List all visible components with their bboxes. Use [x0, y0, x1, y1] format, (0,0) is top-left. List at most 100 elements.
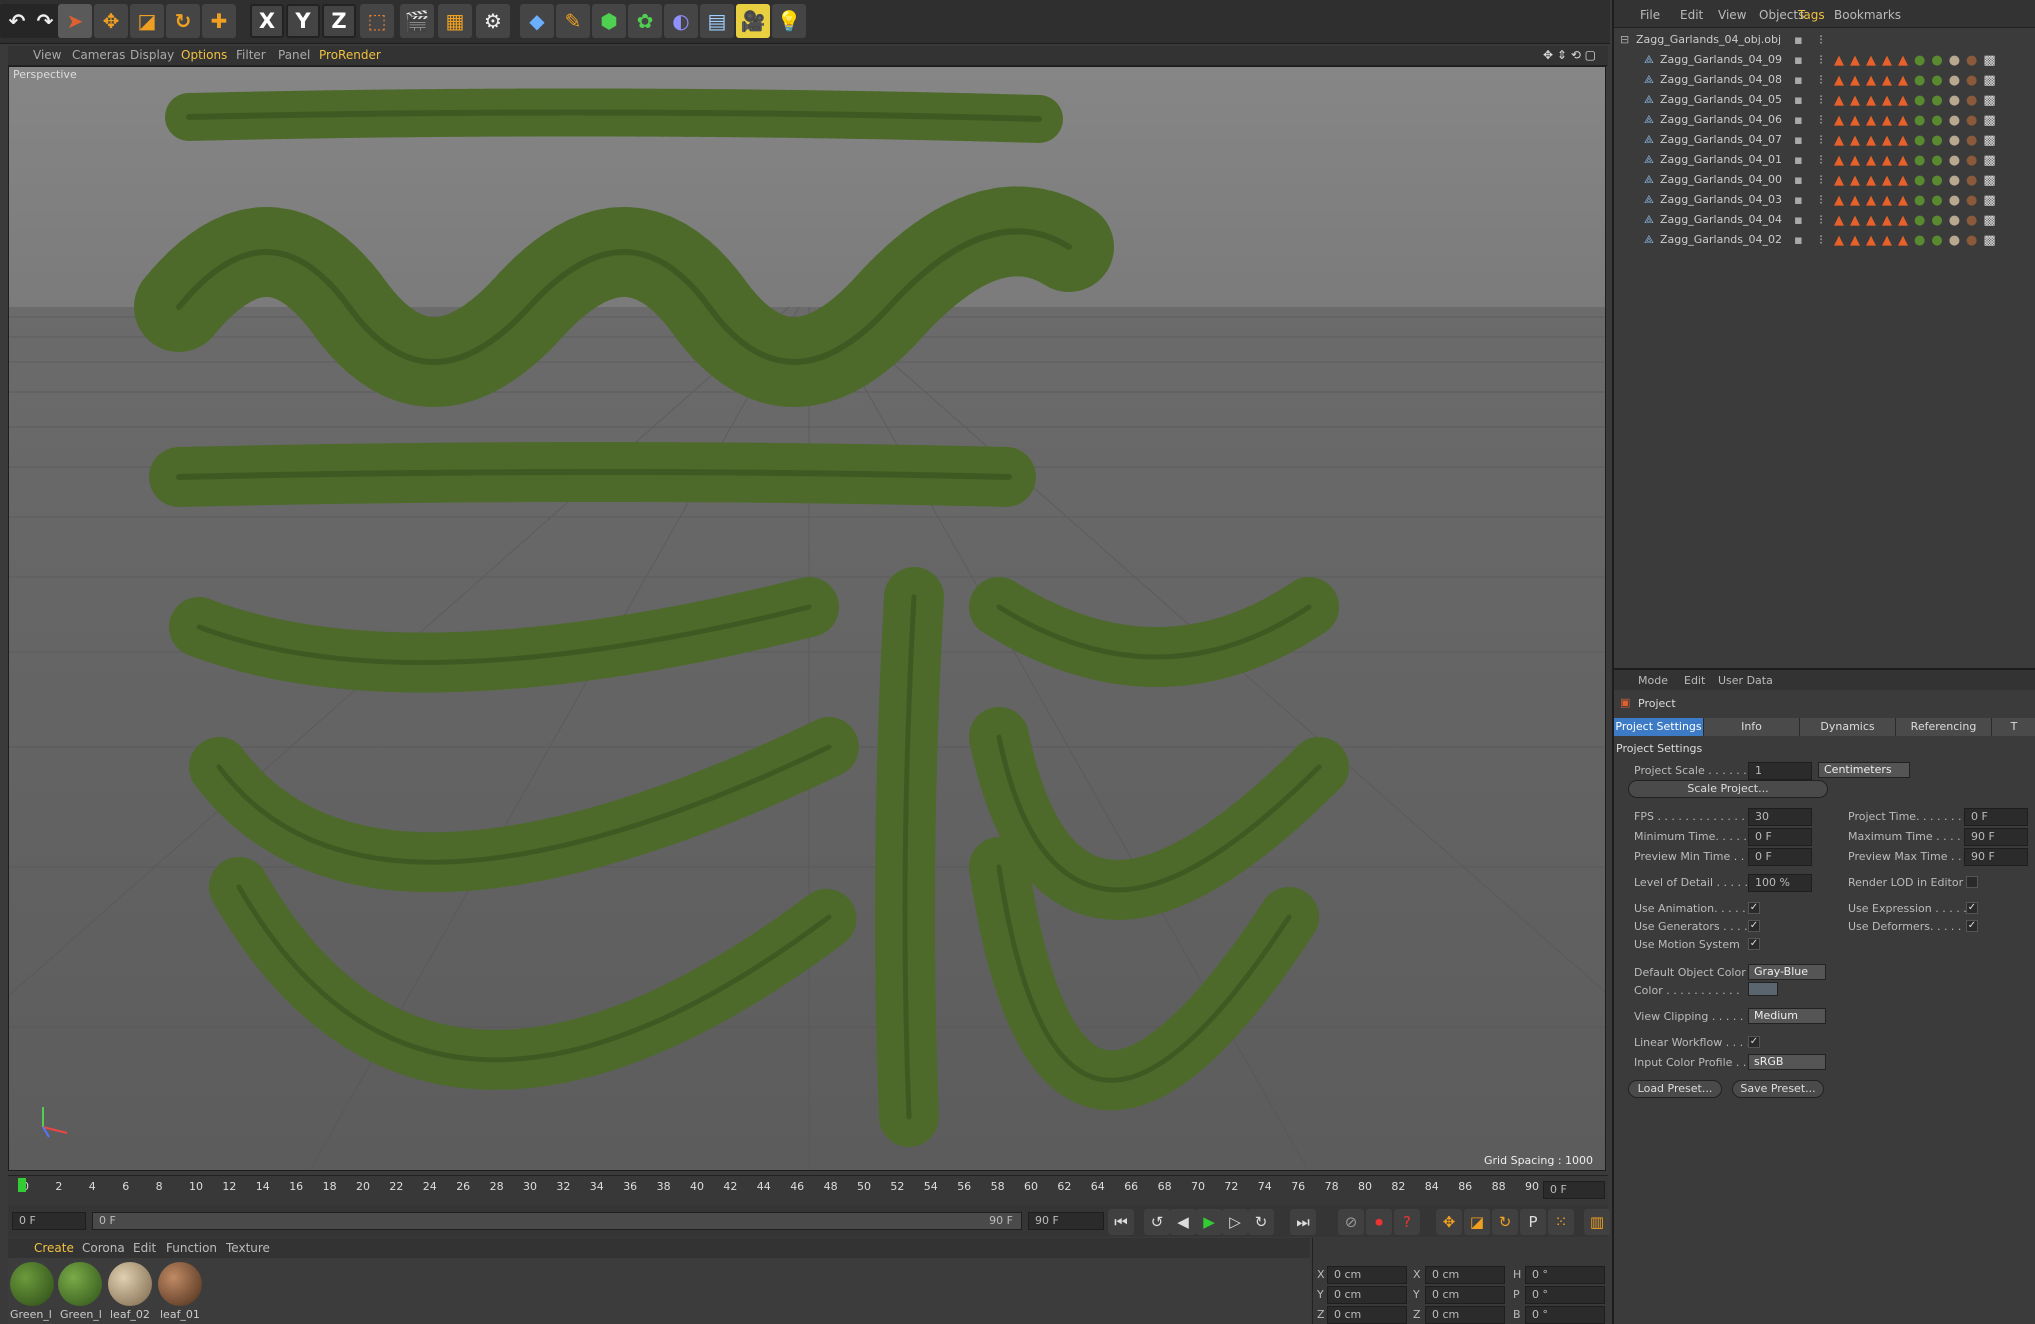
- object-menu-file[interactable]: File: [1640, 8, 1660, 22]
- object-row[interactable]: ⟁ Zagg_Garlands_04_00 ▪ ⁝ ▲▲▲▲▲●●●●▩: [1614, 170, 2035, 190]
- material-tags[interactable]: ▲▲▲▲▲●●●●▩: [1834, 93, 2002, 108]
- autokey-icon[interactable]: ?: [1394, 1209, 1420, 1235]
- object-row[interactable]: ⟁ Zagg_Garlands_04_01 ▪ ⁝ ▲▲▲▲▲●●●●▩: [1614, 150, 2035, 170]
- project-scale-unit-select[interactable]: Centimeters: [1818, 762, 1910, 778]
- go-to-start-icon[interactable]: ⏮: [1108, 1209, 1134, 1235]
- prev-frame-icon[interactable]: ◀: [1170, 1209, 1196, 1235]
- coord-rot-h[interactable]: 0 °: [1525, 1266, 1605, 1284]
- visibility-icons[interactable]: ▪ ⁝: [1794, 93, 1829, 108]
- playhead[interactable]: [18, 1178, 26, 1192]
- y-axis-button[interactable]: Y: [286, 4, 320, 38]
- move-tool-icon[interactable]: ✥: [94, 4, 128, 38]
- visibility-icons[interactable]: ▪ ⁝: [1794, 193, 1829, 208]
- object-row-root[interactable]: ⊟ Zagg_Garlands_04_obj.obj ▪ ⁝: [1614, 30, 2035, 50]
- tab-info[interactable]: Info: [1704, 718, 1800, 736]
- object-row[interactable]: ⟁ Zagg_Garlands_04_08 ▪ ⁝ ▲▲▲▲▲●●●●▩: [1614, 70, 2035, 90]
- material-menu-function[interactable]: Function: [166, 1241, 217, 1255]
- coord-rot-p[interactable]: 0 °: [1525, 1286, 1605, 1304]
- cube-icon[interactable]: ◆: [520, 4, 554, 38]
- visibility-icons[interactable]: ▪ ⁝: [1794, 233, 1829, 248]
- object-row[interactable]: ⟁ Zagg_Garlands_04_06 ▪ ⁝ ▲▲▲▲▲●●●●▩: [1614, 110, 2035, 130]
- key-position-icon[interactable]: ✥: [1436, 1209, 1462, 1235]
- object-row[interactable]: ⟁ Zagg_Garlands_04_02 ▪ ⁝ ▲▲▲▲▲●●●●▩: [1614, 230, 2035, 250]
- collapse-icon[interactable]: ⊟: [1620, 33, 1629, 46]
- coord-size-y[interactable]: 0 cm: [1425, 1286, 1505, 1304]
- viewport-menu-view[interactable]: View: [33, 48, 61, 62]
- coord-pos-y[interactable]: 0 cm: [1327, 1286, 1407, 1304]
- visibility-icons[interactable]: ▪ ⁝: [1794, 173, 1829, 188]
- save-preset-button[interactable]: Save Preset...: [1732, 1080, 1824, 1098]
- go-to-end-icon[interactable]: ⏭: [1290, 1209, 1316, 1235]
- timeline-window-icon[interactable]: ▥: [1584, 1209, 1610, 1235]
- material-swatch[interactable]: [158, 1262, 202, 1306]
- project-time-input[interactable]: 0 F: [1964, 808, 2028, 826]
- array-icon[interactable]: ✿: [628, 4, 662, 38]
- visibility-icons[interactable]: ▪ ⁝: [1794, 73, 1829, 88]
- object-row[interactable]: ⟁ Zagg_Garlands_04_03 ▪ ⁝ ▲▲▲▲▲●●●●▩: [1614, 190, 2035, 210]
- material-tags[interactable]: ▲▲▲▲▲●●●●▩: [1834, 233, 2002, 248]
- play-icon[interactable]: ▶: [1196, 1209, 1222, 1235]
- lod-input[interactable]: 100 %: [1748, 874, 1812, 892]
- material-menu-texture[interactable]: Texture: [226, 1241, 270, 1255]
- light-icon[interactable]: 💡: [772, 4, 806, 38]
- visibility-icons[interactable]: ▪ ⁝: [1794, 33, 1829, 48]
- object-menu-tags[interactable]: Tags: [1798, 8, 1825, 22]
- default-color-select[interactable]: Gray-Blue: [1748, 964, 1826, 980]
- object-row[interactable]: ⟁ Zagg_Garlands_04_05 ▪ ⁝ ▲▲▲▲▲●●●●▩: [1614, 90, 2035, 110]
- object-menu-bookmarks[interactable]: Bookmarks: [1834, 8, 1901, 22]
- scale-project-button[interactable]: Scale Project...: [1628, 780, 1828, 798]
- color-swatch[interactable]: [1748, 982, 1778, 996]
- object-row[interactable]: ⟁ Zagg_Garlands_04_04 ▪ ⁝ ▲▲▲▲▲●●●●▩: [1614, 210, 2035, 230]
- deformer-icon[interactable]: ◐: [664, 4, 698, 38]
- visibility-icons[interactable]: ▪ ⁝: [1794, 153, 1829, 168]
- multi-tool-icon[interactable]: ✚: [202, 4, 236, 38]
- key-point-icon[interactable]: ⁙: [1548, 1209, 1574, 1235]
- viewport-menu-panel[interactable]: Panel: [278, 48, 310, 62]
- use-deformers-checkbox[interactable]: ✓: [1966, 920, 1978, 932]
- material-tags[interactable]: ▲▲▲▲▲●●●●▩: [1834, 133, 2002, 148]
- viewport-menu-cameras[interactable]: Cameras: [72, 48, 125, 62]
- key-param-icon[interactable]: P: [1520, 1209, 1546, 1235]
- material-tags[interactable]: ▲▲▲▲▲●●●●▩: [1834, 213, 2002, 228]
- next-frame-icon[interactable]: ▷: [1222, 1209, 1248, 1235]
- material-tags[interactable]: ▲▲▲▲▲●●●●▩: [1834, 73, 2002, 88]
- material-menu-corona[interactable]: Corona: [82, 1241, 125, 1255]
- perspective-viewport[interactable]: Perspective Grid Spacing : 1000 cm: [8, 66, 1606, 1171]
- object-menu-edit[interactable]: Edit: [1680, 8, 1703, 22]
- coord-pos-z[interactable]: 0 cm: [1327, 1306, 1407, 1324]
- viewport-menu-prorender[interactable]: ProRender: [319, 48, 381, 62]
- select-tool-icon[interactable]: ➤: [58, 4, 92, 38]
- timeline[interactable]: 0246810121416182022242628303234363840424…: [8, 1175, 1608, 1205]
- key-scale-icon[interactable]: ◪: [1464, 1209, 1490, 1235]
- preview-max-input[interactable]: 90 F: [1964, 848, 2028, 866]
- project-scale-input[interactable]: 1: [1748, 762, 1812, 780]
- render-picture-viewer-icon[interactable]: ▦: [438, 4, 472, 38]
- generator-icon[interactable]: ⬢: [592, 4, 626, 38]
- material-menu-create[interactable]: Create: [34, 1241, 74, 1255]
- material-swatch[interactable]: [10, 1262, 54, 1306]
- z-axis-button[interactable]: Z: [322, 4, 356, 38]
- coord-pos-x[interactable]: 0 cm: [1327, 1266, 1407, 1284]
- visibility-icons[interactable]: ▪ ⁝: [1794, 113, 1829, 128]
- render-lod-checkbox[interactable]: [1966, 876, 1978, 888]
- visibility-icons[interactable]: ▪ ⁝: [1794, 213, 1829, 228]
- current-frame-field[interactable]: 0 F: [1543, 1181, 1605, 1199]
- key-rotation-icon[interactable]: ↻: [1492, 1209, 1518, 1235]
- visibility-icons[interactable]: ▪ ⁝: [1794, 53, 1829, 68]
- linear-workflow-checkbox[interactable]: ✓: [1748, 1036, 1760, 1048]
- scale-tool-icon[interactable]: ◪: [130, 4, 164, 38]
- preview-min-input[interactable]: 0 F: [1748, 848, 1812, 866]
- material-tags[interactable]: ▲▲▲▲▲●●●●▩: [1834, 113, 2002, 128]
- attr-menu-mode[interactable]: Mode: [1638, 674, 1668, 687]
- prev-key-icon[interactable]: ↺: [1144, 1209, 1170, 1235]
- material-swatch[interactable]: [58, 1262, 102, 1306]
- material-tags[interactable]: ▲▲▲▲▲●●●●▩: [1834, 173, 2002, 188]
- attr-menu-user-data[interactable]: User Data: [1718, 674, 1773, 687]
- object-row[interactable]: ⟁ Zagg_Garlands_04_07 ▪ ⁝ ▲▲▲▲▲●●●●▩: [1614, 130, 2035, 150]
- camera-icon[interactable]: 🎥: [736, 4, 770, 38]
- attr-menu-edit[interactable]: Edit: [1684, 674, 1705, 687]
- use-expression-checkbox[interactable]: ✓: [1966, 902, 1978, 914]
- tab-referencing[interactable]: Referencing: [1896, 718, 1992, 736]
- use-animation-checkbox[interactable]: ✓: [1748, 902, 1760, 914]
- coord-size-z[interactable]: 0 cm: [1425, 1306, 1505, 1324]
